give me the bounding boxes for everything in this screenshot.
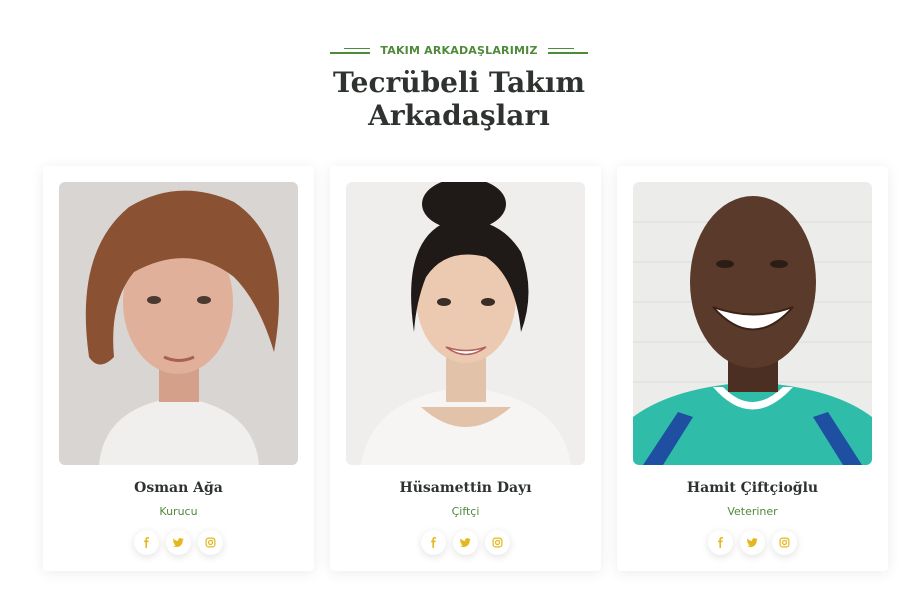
team-member-role: Veteriner [727,505,778,518]
team-member-role: Çiftçi [451,505,480,518]
team-member-name: Hamit Çiftçioğlu [686,480,819,496]
twitter-icon[interactable] [166,530,191,555]
eyebrow-right-lines [547,47,588,54]
section-title-line2: Arkadaşları [368,99,550,132]
instagram-icon[interactable] [198,530,223,555]
social-links [43,530,314,555]
social-links [617,530,888,555]
section-title-line1: Tecrübeli Takım [333,66,585,99]
twitter-icon[interactable] [740,530,765,555]
team-member-name: Hüsamettin Dayı [399,480,532,496]
facebook-icon[interactable] [134,530,159,555]
team-member-name: Osman Ağa [134,480,223,496]
team-card: Hüsamettin Dayı Çiftçi [330,166,601,571]
social-links [330,530,601,555]
section-title: Tecrübeli Takım Arkadaşları [0,66,918,132]
team-card: Hamit Çiftçioğlu Veteriner [617,166,888,571]
team-member-photo [346,182,585,465]
team-member-photo [59,182,298,465]
eyebrow-left-lines [330,47,371,54]
section-eyebrow: TAKIM ARKADAŞLARIMIZ [0,44,918,57]
facebook-icon[interactable] [421,530,446,555]
instagram-icon[interactable] [485,530,510,555]
team-member-photo [633,182,872,465]
team-member-role: Kurucu [159,505,198,518]
team-cards: Osman Ağa Kurucu Hüsamettin Dayı Çiftçi … [43,166,888,571]
eyebrow-text: TAKIM ARKADAŞLARIMIZ [380,44,538,57]
team-card: Osman Ağa Kurucu [43,166,314,571]
instagram-icon[interactable] [772,530,797,555]
twitter-icon[interactable] [453,530,478,555]
facebook-icon[interactable] [708,530,733,555]
